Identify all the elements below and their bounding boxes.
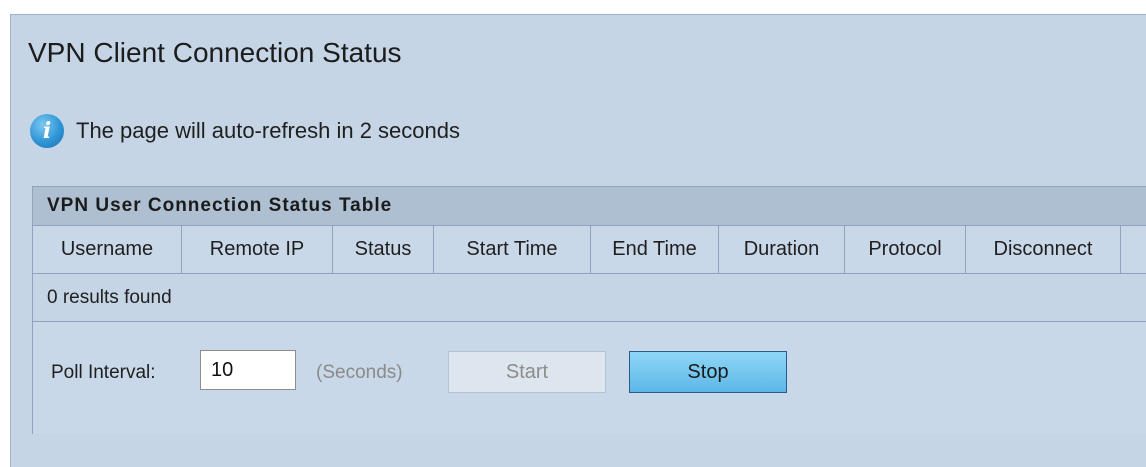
content-panel: VPN Client Connection Status i The page … <box>10 14 1146 467</box>
column-start-time: Start Time <box>434 226 591 273</box>
table-header-row: Username Remote IP Status Start Time End… <box>33 226 1146 274</box>
poll-interval-input[interactable] <box>200 350 296 390</box>
info-icon: i <box>30 114 64 148</box>
seconds-unit-label: (Seconds) <box>316 362 403 383</box>
column-disconnect: Disconnect <box>966 226 1121 273</box>
results-count: 0 results found <box>33 274 1146 322</box>
vpn-status-table: VPN User Connection Status Table Usernam… <box>32 186 1146 434</box>
column-end-time: End Time <box>591 226 719 273</box>
page-title: VPN Client Connection Status <box>28 37 402 68</box>
start-button[interactable]: Start <box>448 351 606 393</box>
auto-refresh-text: The page will auto-refresh in 2 seconds <box>76 118 460 143</box>
column-remote-ip: Remote IP <box>182 226 333 273</box>
column-status: Status <box>333 226 434 273</box>
poll-interval-label: Poll Interval: <box>51 362 156 383</box>
poll-controls: Poll Interval: (Seconds) Start Stop <box>33 322 1146 434</box>
table-caption: VPN User Connection Status Table <box>33 187 1146 226</box>
column-duration: Duration <box>719 226 845 273</box>
info-message: i The page will auto-refresh in 2 second… <box>30 113 460 149</box>
stop-button[interactable]: Stop <box>629 351 787 393</box>
column-username: Username <box>33 226 182 273</box>
column-protocol: Protocol <box>845 226 966 273</box>
